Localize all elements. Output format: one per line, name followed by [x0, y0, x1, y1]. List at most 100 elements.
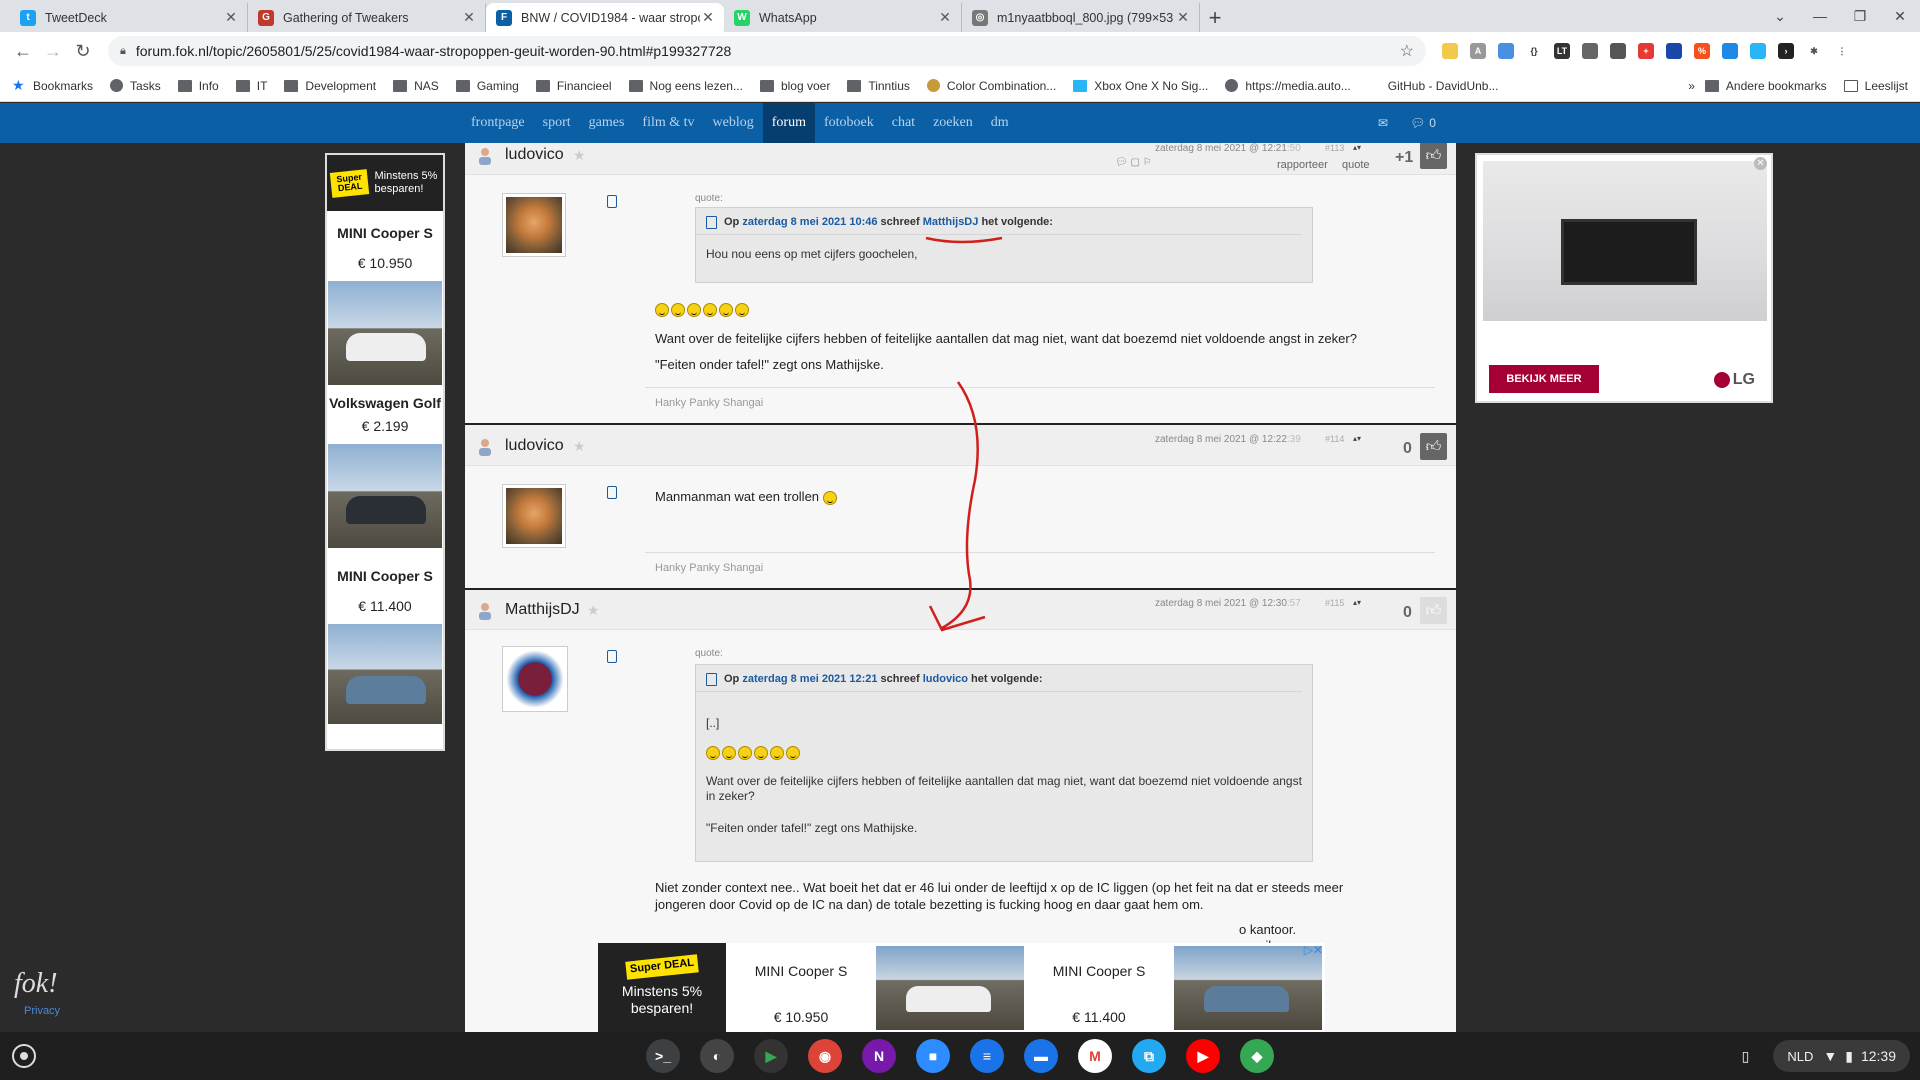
favorite-star-icon[interactable]: ★ [587, 602, 600, 619]
chat-bubble-icon[interactable]: 💬︎ [1410, 116, 1425, 130]
fok-logo[interactable]: fok! [14, 968, 58, 1000]
close-icon[interactable]: ✕ [1175, 9, 1191, 26]
tab-search-icon[interactable]: ⌄ [1760, 8, 1800, 25]
system-tray[interactable]: ▯ NLD ▼ ▮ 12:39 [1742, 1040, 1910, 1072]
forward-icon[interactable]: → [38, 41, 68, 62]
privacy-link[interactable]: Privacy [24, 1005, 60, 1017]
close-icon[interactable]: ✕ [700, 9, 716, 26]
thumbs-up-icon[interactable]: 👍︎ [1420, 433, 1447, 460]
tab-image[interactable]: ◎ m1nyaatbboql_800.jpg (799×53 ✕ [962, 3, 1200, 32]
nav-dm[interactable]: dm [982, 103, 1018, 143]
reading-list-button[interactable]: Leeslijst [1843, 79, 1908, 93]
quote-date-link[interactable]: zaterdag 8 mei 2021 10:46 [742, 216, 877, 228]
extension-icon[interactable] [1582, 43, 1598, 59]
post-username[interactable]: MatthijsDJ [505, 601, 580, 619]
tab-tweetdeck[interactable]: t TweetDeck ✕ [10, 3, 248, 32]
ad-car[interactable]: MINI Cooper S € 10.950 [726, 943, 876, 1032]
post-tool-icons[interactable]: 💬︎ ▢ ⚐ [1115, 157, 1152, 168]
onenote-app-icon[interactable]: N [862, 1039, 896, 1073]
close-window-icon[interactable]: ✕ [1880, 8, 1920, 25]
bookmark-folder-financieel[interactable]: Financieel [535, 79, 612, 93]
tab-whatsapp[interactable]: W WhatsApp ✕ [724, 3, 962, 32]
files-app-icon[interactable]: ▬ [1024, 1039, 1058, 1073]
nav-frontpage[interactable]: frontpage [462, 103, 534, 143]
puzzle-icon[interactable]: ✱ [1806, 43, 1822, 59]
post-nav-arrows-icon[interactable]: ▴▾ [1353, 143, 1361, 152]
thumbs-up-icon[interactable]: 👍︎ [1420, 143, 1447, 169]
bookmark-bookmarks[interactable]: ★ Bookmarks [12, 77, 93, 94]
super-deal-banner[interactable]: Super DEAL Minstens 5% besparen! [598, 943, 726, 1032]
close-icon[interactable]: ✕ [461, 9, 477, 26]
windows-icon[interactable] [1722, 43, 1738, 59]
extension-icon[interactable]: % [1694, 43, 1710, 59]
super-deal-banner[interactable]: Super DEAL Minstens 5% besparen! [327, 155, 443, 211]
photos-app-icon[interactable]: ◐ [700, 1039, 734, 1073]
ad-close-icon[interactable]: ✕ [1754, 157, 1767, 170]
bookmark-folder-tinntius[interactable]: Tinntius [847, 79, 910, 93]
close-icon[interactable]: ✕ [937, 9, 953, 26]
extension-icon[interactable] [1610, 43, 1626, 59]
bookmark-folder-info[interactable]: Info [177, 79, 219, 93]
bookmark-folder-development[interactable]: Development [284, 79, 376, 93]
mail-icon[interactable]: ✉ [1378, 116, 1388, 130]
favorite-star-icon[interactable]: ★ [573, 438, 586, 455]
quote-author-link[interactable]: ludovico [923, 673, 968, 685]
post-number[interactable]: #114 [1325, 434, 1344, 444]
restore-icon[interactable]: ❐ [1840, 8, 1880, 25]
bookmark-color-combination[interactable]: Color Combination... [926, 79, 1056, 93]
quote-author-link[interactable]: MatthijsDJ [923, 216, 979, 228]
extension-icon[interactable] [1666, 43, 1682, 59]
url-text[interactable]: forum.fok.nl/topic/2605801/5/25/covid198… [136, 43, 1400, 59]
drive-app-icon[interactable]: ◆ [1240, 1039, 1274, 1073]
post-number[interactable]: #115 [1325, 598, 1344, 608]
post-username[interactable]: ludovico [505, 146, 564, 164]
nav-fotoboek[interactable]: fotoboek [815, 103, 883, 143]
extension-icon[interactable]: + [1638, 43, 1654, 59]
ad-car[interactable]: MINI Cooper S € 11.400 [1024, 943, 1174, 1032]
close-icon[interactable]: ✕ [223, 9, 239, 26]
phone-hub-icon[interactable]: ▯ [1742, 1048, 1750, 1065]
vscode-app-icon[interactable]: ⧉ [1132, 1039, 1166, 1073]
extension-icon[interactable]: LT [1554, 43, 1570, 59]
lock-icon[interactable]: 🔒︎ [120, 45, 126, 58]
messages-app-icon[interactable]: ≡ [970, 1039, 1004, 1073]
bookmark-folder-it[interactable]: IT [235, 79, 267, 93]
chrome-app-icon[interactable]: ◉ [808, 1039, 842, 1073]
bookmark-tasks[interactable]: Tasks [110, 79, 161, 93]
status-area[interactable]: NLD ▼ ▮ 12:39 [1773, 1040, 1910, 1072]
nav-games[interactable]: games [580, 103, 634, 143]
bookmark-media-auto[interactable]: https://media.auto... [1225, 79, 1351, 93]
minimize-icon[interactable]: — [1800, 8, 1840, 24]
user-avatar[interactable] [502, 193, 566, 257]
bookmark-folder-nas[interactable]: NAS [393, 79, 439, 93]
extension-icon[interactable] [1498, 43, 1514, 59]
post-number[interactable]: #113 [1325, 143, 1344, 153]
bookmark-folder-gaming[interactable]: Gaming [455, 79, 519, 93]
more-bookmarks-button[interactable]: » [1688, 79, 1695, 93]
nav-forum[interactable]: forum [762, 103, 815, 143]
right-lg-ad[interactable]: ✕ BEKIJK MEER LG [1475, 153, 1773, 403]
bottom-car-ad[interactable]: Super DEAL Minstens 5% besparen! MINI Co… [598, 943, 1325, 1032]
youtube-music-app-icon[interactable]: ▶ [1186, 1039, 1220, 1073]
extension-icon[interactable] [1750, 43, 1766, 59]
post-nav-arrows-icon[interactable]: ▴▾ [1353, 598, 1361, 607]
post-username[interactable]: ludovico [505, 437, 564, 455]
terminal-app-icon[interactable]: >_ [646, 1039, 680, 1073]
new-tab-button[interactable]: + [1200, 3, 1230, 32]
back-icon[interactable]: ← [8, 41, 38, 62]
other-bookmarks-folder[interactable]: Andere bookmarks [1704, 79, 1827, 93]
bookmark-star-icon[interactable]: ☆ [1400, 41, 1414, 61]
post-nav-arrows-icon[interactable]: ▴▾ [1353, 434, 1361, 443]
quote-link[interactable]: quote [1342, 159, 1370, 171]
bookmark-xbox[interactable]: Xbox One X No Sig... [1073, 79, 1208, 93]
ad-car[interactable]: Volkswagen Golf € 2.199 [327, 395, 443, 548]
bookmark-folder-blog-voer[interactable]: blog voer [759, 79, 830, 93]
ad-car[interactable]: MINI Cooper S € 11.400 [327, 568, 443, 724]
report-link[interactable]: rapporteer [1277, 159, 1328, 171]
reload-icon[interactable]: ↻ [68, 41, 98, 62]
tab-gathering-of-tweakers[interactable]: G Gathering of Tweakers ✕ [248, 3, 486, 32]
nav-zoeken[interactable]: zoeken [924, 103, 982, 143]
nav-sport[interactable]: sport [534, 103, 580, 143]
user-avatar[interactable] [502, 484, 566, 548]
favorite-star-icon[interactable]: ★ [573, 147, 586, 164]
